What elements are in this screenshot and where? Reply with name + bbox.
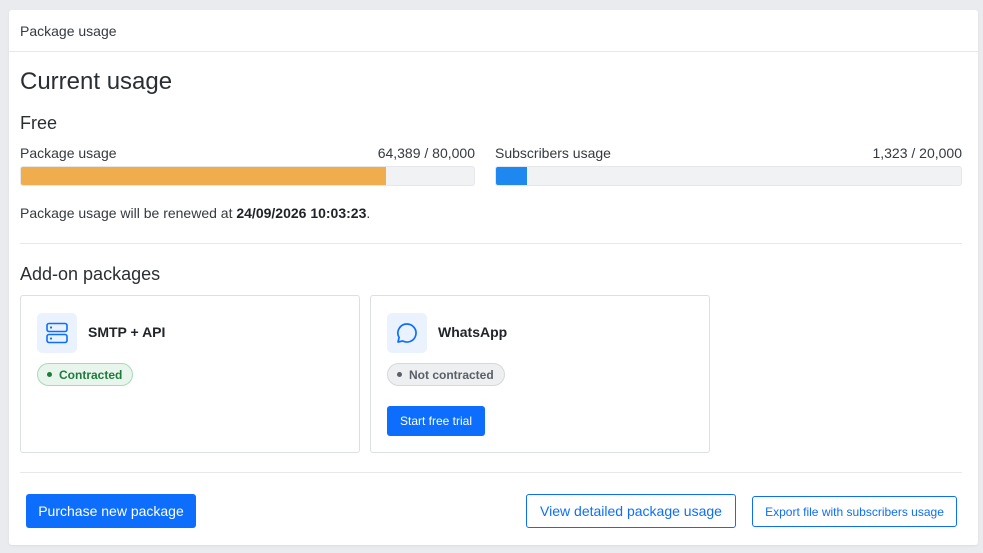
addon-card-smtp: SMTP + API Contracted <box>20 295 360 453</box>
status-badge-label: Not contracted <box>409 367 494 382</box>
export-subscribers-usage-button[interactable]: Export file with subscribers usage <box>752 496 957 527</box>
package-usage-bar-fill <box>21 167 386 185</box>
subscribers-usage-label: Subscribers usage <box>495 145 611 161</box>
package-usage-label: Package usage <box>20 145 117 161</box>
addon-card-whatsapp: WhatsApp Not contracted Start free trial <box>370 295 710 453</box>
subscribers-usage-meter: Subscribers usage 1,323 / 20,000 <box>495 145 962 186</box>
status-badge-not-contracted: Not contracted <box>387 363 505 386</box>
status-dot-icon <box>47 372 52 377</box>
status-dot-icon <box>397 372 402 377</box>
chat-bubble-icon <box>387 313 427 353</box>
view-detailed-usage-button[interactable]: View detailed package usage <box>526 494 736 528</box>
footer-divider <box>20 472 962 473</box>
package-usage-card: Package usage Current usage Free Package… <box>9 10 978 545</box>
section-divider <box>20 243 962 244</box>
addon-name: SMTP + API <box>88 324 166 340</box>
plan-name: Free <box>20 113 58 133</box>
card-header: Package usage <box>9 10 978 52</box>
package-usage-bar <box>20 166 475 186</box>
card-header-title: Package usage <box>20 23 117 39</box>
status-badge-label: Contracted <box>59 367 123 382</box>
renewal-notice: Package usage will be renewed at 24/09/2… <box>20 205 370 221</box>
start-free-trial-button[interactable]: Start free trial <box>387 406 485 436</box>
addon-name: WhatsApp <box>438 324 508 340</box>
subscribers-usage-value: 1,323 / 20,000 <box>872 145 962 161</box>
server-icon <box>37 313 77 353</box>
purchase-package-button[interactable]: Purchase new package <box>26 494 196 528</box>
renewal-suffix: . <box>366 205 371 221</box>
page-title: Current usage <box>20 68 173 95</box>
subscribers-usage-bar <box>495 166 962 186</box>
package-usage-meter: Package usage 64,389 / 80,000 <box>20 145 475 186</box>
package-usage-value: 64,389 / 80,000 <box>377 145 475 161</box>
status-badge-contracted: Contracted <box>37 363 134 386</box>
subscribers-usage-bar-fill <box>496 167 527 185</box>
renewal-prefix: Package usage will be renewed at <box>20 205 237 221</box>
renewal-date: 24/09/2026 10:03:23 <box>236 205 367 221</box>
addons-title: Add-on packages <box>20 264 161 284</box>
